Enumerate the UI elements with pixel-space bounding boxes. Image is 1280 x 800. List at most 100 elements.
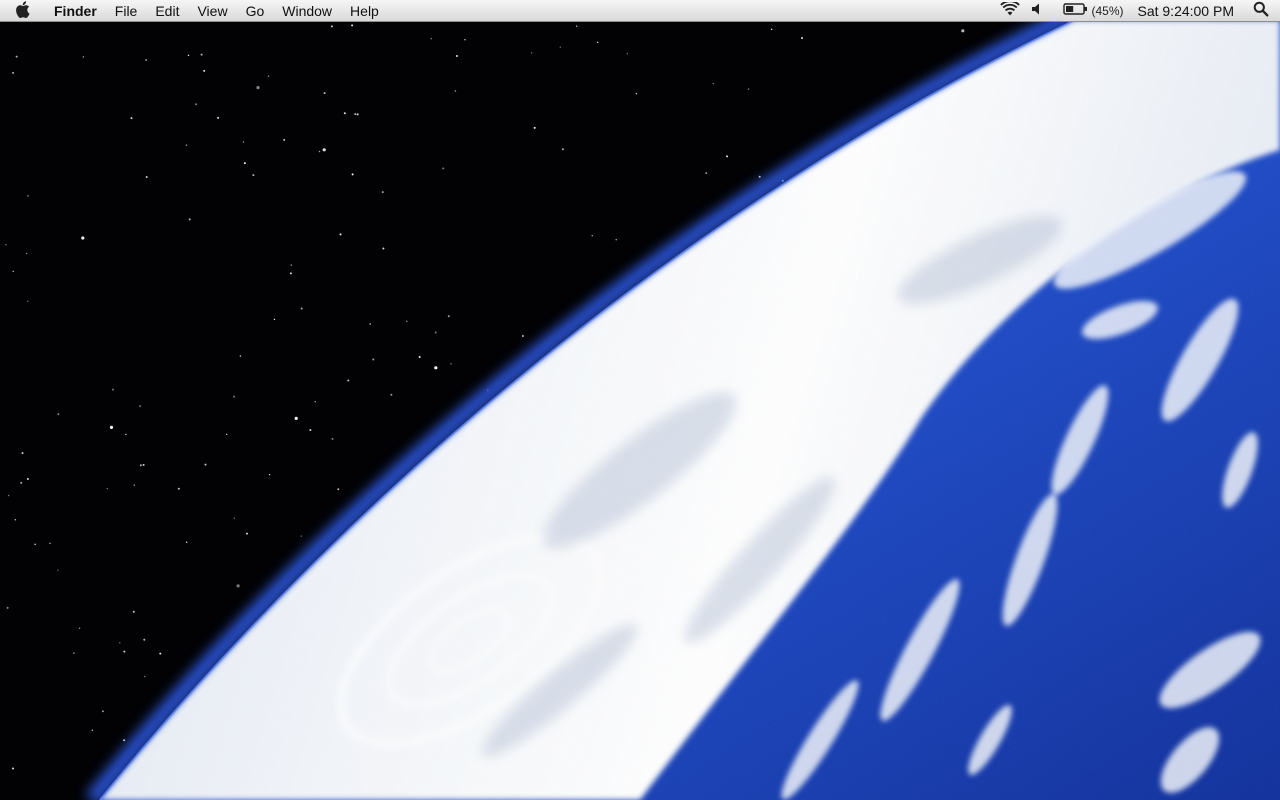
star xyxy=(15,55,18,58)
star xyxy=(330,25,333,28)
apple-logo-icon xyxy=(15,0,30,21)
wallpaper-earth-from-space xyxy=(0,0,1280,800)
star xyxy=(455,55,458,57)
star xyxy=(521,335,524,337)
menu-help[interactable]: Help xyxy=(341,0,388,22)
star xyxy=(132,610,135,613)
battery-icon xyxy=(1063,2,1089,19)
star xyxy=(591,235,593,237)
star xyxy=(12,767,14,770)
star xyxy=(347,379,350,382)
star xyxy=(726,155,728,158)
menu-edit[interactable]: Edit xyxy=(146,0,188,22)
menu-app-finder[interactable]: Finder xyxy=(44,0,106,22)
star xyxy=(615,239,617,241)
star xyxy=(144,675,146,678)
spotlight-search-icon xyxy=(1253,1,1269,20)
star xyxy=(290,264,292,266)
star xyxy=(242,141,245,143)
battery-percentage[interactable]: (45%) xyxy=(1089,0,1131,22)
star xyxy=(133,484,135,486)
star xyxy=(143,638,146,641)
star xyxy=(5,244,7,246)
star xyxy=(372,358,375,361)
star xyxy=(123,739,126,742)
star xyxy=(300,535,302,537)
wifi-menu[interactable] xyxy=(995,0,1025,22)
star xyxy=(318,150,321,153)
star xyxy=(356,113,359,116)
star xyxy=(530,52,533,54)
star xyxy=(195,103,198,106)
star xyxy=(597,41,599,43)
star xyxy=(382,247,385,250)
star xyxy=(256,86,260,90)
star xyxy=(575,25,578,27)
star xyxy=(26,252,28,255)
wifi-icon xyxy=(1000,0,1021,19)
star xyxy=(119,642,121,644)
star xyxy=(434,366,438,370)
star xyxy=(561,148,564,151)
menu-bar: Finder File Edit View Go Window Help (45… xyxy=(0,0,1280,22)
star xyxy=(243,162,246,165)
star xyxy=(186,541,188,543)
star xyxy=(21,452,24,455)
star xyxy=(91,729,94,731)
star xyxy=(130,117,133,120)
star xyxy=(369,323,371,325)
star xyxy=(139,464,142,467)
star xyxy=(27,195,29,197)
star xyxy=(559,46,561,48)
battery-menu[interactable] xyxy=(1051,0,1089,22)
star xyxy=(12,270,14,273)
star xyxy=(185,144,188,146)
star xyxy=(454,90,457,92)
star xyxy=(337,488,340,491)
menu-file[interactable]: File xyxy=(106,0,147,22)
star xyxy=(626,53,628,55)
star xyxy=(125,433,127,436)
star xyxy=(26,478,29,480)
spotlight-button[interactable] xyxy=(1246,0,1276,22)
menu-go[interactable]: Go xyxy=(237,0,274,22)
menu-bar-clock[interactable]: Sat 9:24:00 PM xyxy=(1131,0,1246,22)
desktop[interactable]: Finder File Edit View Go Window Help (45… xyxy=(0,0,1280,800)
menu-view[interactable]: View xyxy=(188,0,236,22)
star xyxy=(78,627,81,629)
star xyxy=(381,191,384,194)
star xyxy=(418,356,421,358)
star xyxy=(236,584,240,588)
star xyxy=(226,433,228,436)
star xyxy=(145,176,148,178)
star xyxy=(351,24,354,27)
star xyxy=(442,167,445,170)
star xyxy=(7,494,10,497)
star xyxy=(145,59,148,61)
star xyxy=(314,401,316,403)
star xyxy=(464,39,466,41)
menu-window[interactable]: Window xyxy=(273,0,341,22)
star xyxy=(406,320,408,322)
star xyxy=(200,53,203,56)
menu-bar-status-area: (45%) Sat 9:24:00 PM xyxy=(995,0,1280,22)
star xyxy=(268,474,271,476)
volume-menu[interactable] xyxy=(1025,0,1051,22)
star xyxy=(233,517,235,519)
star xyxy=(177,487,180,490)
speaker-volume-icon xyxy=(1030,2,1046,19)
menu-bar-left: Finder File Edit View Go Window Help xyxy=(0,0,388,22)
star xyxy=(801,37,803,39)
star xyxy=(203,69,206,72)
star xyxy=(187,54,190,56)
star xyxy=(712,82,715,85)
apple-menu[interactable] xyxy=(0,0,44,22)
star xyxy=(57,569,59,571)
star xyxy=(289,272,292,275)
star xyxy=(101,710,104,713)
star xyxy=(20,481,23,484)
star xyxy=(705,172,708,175)
star xyxy=(57,413,60,416)
star xyxy=(139,405,141,407)
star xyxy=(239,355,242,357)
